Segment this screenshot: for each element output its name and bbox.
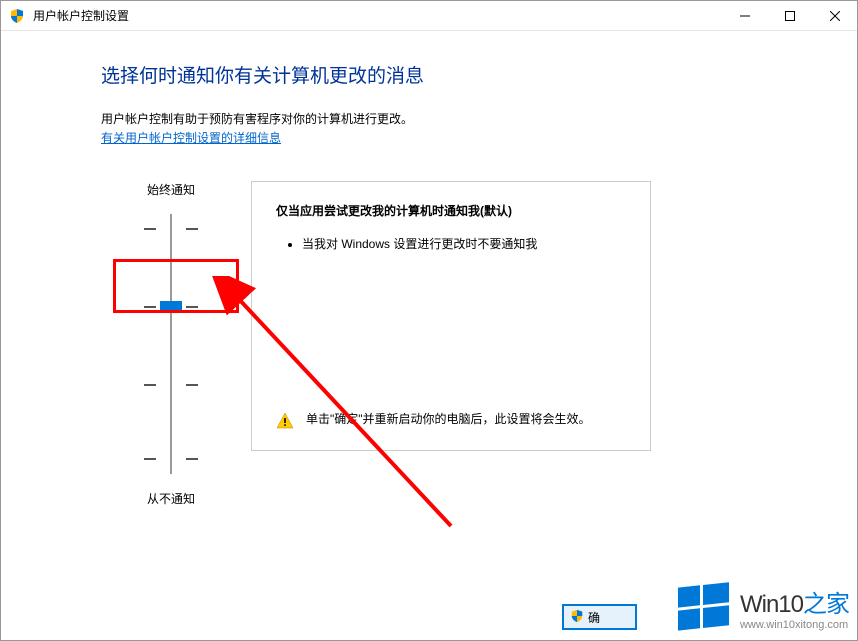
slider-tick-3	[144, 384, 198, 386]
page-heading: 选择何时通知你有关计算机更改的消息	[101, 61, 797, 88]
slider-label-always: 始终通知	[101, 181, 241, 198]
windows-logo-icon	[674, 578, 732, 636]
slider-area: 始终通知 从不通知 仅当应用尝试更改我的计算机时通知我(默认) 当我对 Wind…	[101, 181, 797, 507]
ok-button[interactable]: 确	[562, 604, 637, 630]
slider-tick-1	[144, 228, 198, 230]
slider-track	[170, 214, 172, 474]
content-area: 选择何时通知你有关计算机更改的消息 用户帐户控制有助于预防有害程序对你的计算机进…	[1, 31, 857, 507]
uac-window: 用户帐户控制设置 选择何时通知你有关计算机更改的消息 用户帐户控制有助于预防有害…	[0, 0, 858, 641]
close-button[interactable]	[812, 1, 857, 30]
shield-icon	[9, 8, 25, 24]
ok-button-label: 确	[588, 609, 600, 626]
level-warning: 单击"确定"并重新启动你的电脑后，此设置将会生效。	[276, 410, 626, 430]
level-description-panel: 仅当应用尝试更改我的计算机时通知我(默认) 当我对 Windows 设置进行更改…	[251, 181, 651, 451]
slider-label-never: 从不通知	[101, 490, 241, 507]
window-title: 用户帐户控制设置	[33, 7, 129, 24]
page-description: 用户帐户控制有助于预防有害程序对你的计算机进行更改。	[101, 110, 797, 129]
slider-column: 始终通知 从不通知	[101, 181, 241, 507]
minimize-button[interactable]	[722, 1, 767, 30]
watermark-url: www.win10xitong.com	[740, 619, 848, 631]
window-controls	[722, 1, 857, 30]
warning-text: 单击"确定"并重新启动你的电脑后，此设置将会生效。	[306, 410, 591, 429]
level-title: 仅当应用尝试更改我的计算机时通知我(默认)	[276, 202, 626, 219]
watermark: Win10之家 www.win10xitong.com	[674, 578, 849, 636]
warning-icon	[276, 412, 294, 430]
slider-tick-4	[144, 458, 198, 460]
uac-slider[interactable]	[101, 214, 241, 474]
info-link[interactable]: 有关用户帐户控制设置的详细信息	[101, 129, 281, 146]
titlebar: 用户帐户控制设置	[1, 1, 857, 31]
level-bullets: 当我对 Windows 设置进行更改时不要通知我	[276, 235, 626, 252]
slider-thumb[interactable]	[160, 301, 182, 311]
level-bullet-1: 当我对 Windows 设置进行更改时不要通知我	[302, 235, 626, 252]
shield-icon	[570, 609, 584, 626]
maximize-button[interactable]	[767, 1, 812, 30]
watermark-brand: Win10之家	[740, 584, 849, 619]
